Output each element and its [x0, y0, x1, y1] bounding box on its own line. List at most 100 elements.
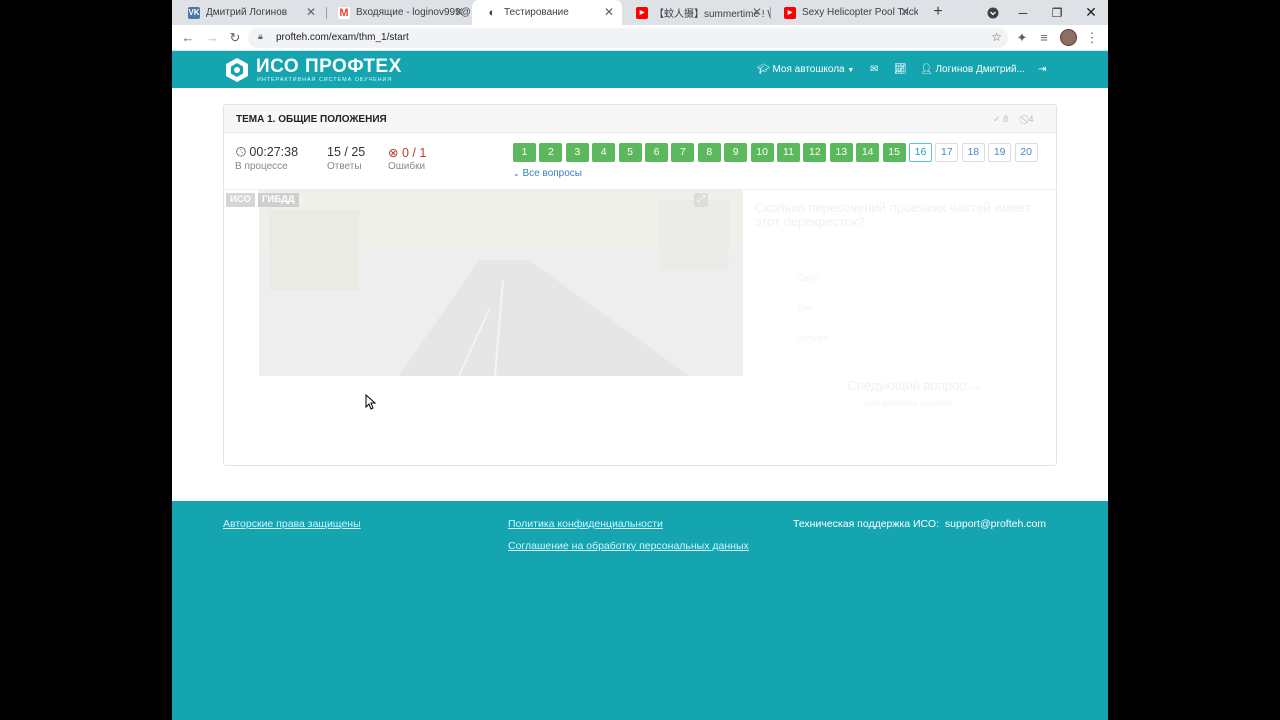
close-icon[interactable]: ✕ — [602, 5, 616, 19]
user-icon: 👤︎ — [920, 64, 933, 75]
expand-icon[interactable]: ⤢ — [694, 193, 708, 207]
next-question-button[interactable]: Следующий вопрос → — [847, 378, 982, 393]
media-icon[interactable]: ≡ — [1034, 28, 1054, 48]
answers-label: Ответы — [327, 161, 362, 172]
address-bar[interactable]: 🔒︎ profteh.com/exam/thm_1/start ☆ — [248, 28, 1008, 48]
tab-youtube-1[interactable]: ▶ 【蚊人摄】summertime ! W ✕ — [622, 0, 770, 25]
question-text: Сколько пересечений проезжих частей имее… — [755, 200, 1031, 229]
answer-option[interactable]: Четыре — [797, 333, 828, 343]
errors-count: ⊗ 0 / 1 — [388, 146, 427, 160]
error-x-icon: ⊗ — [388, 146, 399, 160]
forward-icon[interactable]: → — [202, 28, 222, 48]
question-image[interactable] — [259, 190, 743, 376]
close-icon[interactable]: ✕ — [750, 5, 764, 19]
logout-icon[interactable]: ⇥ — [1038, 64, 1046, 75]
status-label: В процессе — [235, 161, 288, 172]
user-name: Логинов Дмитрий... — [935, 64, 1025, 75]
chevron-down-icon: ⌄ — [513, 169, 520, 178]
support-email[interactable]: support@profteh.com — [945, 518, 1046, 530]
question-button-12[interactable]: 12 — [803, 143, 827, 162]
site-footer: Авторские права защищены Политика конфид… — [172, 501, 1108, 720]
logo-title[interactable]: ИСО ПРОФТЕХ — [256, 56, 402, 78]
errors-label: Ошибки — [388, 161, 426, 172]
gmail-icon: M — [338, 6, 350, 19]
question-button-11[interactable]: 11 — [777, 143, 800, 162]
minimize-icon[interactable]: ─ — [1008, 0, 1038, 25]
question-button-13[interactable]: 13 — [829, 143, 853, 162]
site-header: ИСО ПРОФТЕХ ИНТЕРАКТИВНАЯ СИСТЕМА ОБУЧЕН… — [172, 51, 1108, 88]
vk-icon: VK — [188, 6, 200, 19]
question-button-8[interactable]: 8 — [697, 143, 721, 162]
card-header: ТЕМА 1. ОБЩИЕ ПОЛОЖЕНИЯ ✓ 8 ⃠ 4 — [224, 105, 1056, 133]
caret-down-icon: ▼ — [847, 67, 855, 74]
gibdd-badge: ГИБДД — [258, 193, 299, 207]
copyright-link[interactable]: Авторские права защищены — [223, 518, 361, 530]
question-button-3[interactable]: 3 — [565, 143, 589, 162]
question-button-6[interactable]: 6 — [645, 143, 668, 162]
question-button-14[interactable]: 14 — [856, 143, 880, 162]
privacy-link[interactable]: Политика конфиденциальности — [508, 518, 663, 530]
question-button-16[interactable]: 16 — [909, 143, 932, 162]
extensions-icon[interactable]: ✦ — [1012, 28, 1032, 48]
answer-option[interactable]: Два — [797, 303, 813, 313]
support-info: Техническая поддержка ИСО: support@proft… — [793, 518, 1046, 530]
mail-icon[interactable]: ✉ — [870, 64, 878, 75]
answers-count: 15 / 25 — [327, 145, 366, 159]
question-button-7[interactable]: 7 — [671, 143, 695, 162]
support-label: Техническая поддержка ИСО: — [793, 518, 939, 530]
mouse-cursor — [365, 394, 377, 410]
url-text: profteh.com/exam/thm_1/start — [276, 32, 409, 43]
new-tab-button[interactable]: + — [928, 2, 948, 22]
close-icon[interactable]: ✕ — [452, 5, 466, 19]
lock-icon: 🔒︎ — [258, 31, 263, 41]
graduation-cap-icon: 🎓︎ — [757, 64, 770, 75]
answer-option[interactable]: Одно — [797, 273, 819, 283]
logo-subtitle: ИНТЕРАКТИВНАЯ СИСТЕМА ОБУЧЕНИЯ — [257, 77, 393, 83]
nav-user[interactable]: 👤︎ Логинов Дмитрий... — [920, 64, 1025, 75]
tab-vk[interactable]: VK Дмитрий Логинов ✕ — [174, 0, 324, 25]
nav-my-school[interactable]: 🎓︎ Моя автошкола ▼ — [757, 64, 854, 75]
back-icon[interactable]: ← — [178, 28, 198, 48]
close-icon[interactable]: ✕ — [898, 5, 912, 19]
clock-icon: 🕓︎ — [236, 145, 246, 159]
question-button-5[interactable]: 5 — [618, 143, 642, 162]
iso-badge: ИСО — [226, 193, 255, 207]
question-button-15[interactable]: 15 — [882, 143, 906, 162]
bookmark-star-icon[interactable]: ☆ — [991, 30, 1002, 44]
tab-strip: VK Дмитрий Логинов ✕ M Входящие - logino… — [172, 0, 1108, 25]
skipped-stat: ⃠ 4 — [1028, 114, 1034, 124]
all-questions-toggle[interactable]: ⌄ Все вопросы — [513, 168, 582, 179]
stats-icon[interactable]: 📈︎ — [894, 64, 907, 75]
youtube-icon: ▶ — [636, 6, 648, 19]
tab-testing[interactable]: ◐ Тестирование ✕ — [472, 0, 622, 25]
question-button-2[interactable]: 2 — [539, 143, 563, 162]
site-icon: ◐ — [486, 6, 498, 19]
tab-search-icon[interactable] — [978, 0, 1008, 25]
tab-gmail[interactable]: M Входящие - loginov999@ ✕ — [324, 0, 472, 25]
tab-youtube-2[interactable]: ▶ Sexy Helicopter Pool Trick ✕ — [770, 0, 918, 25]
nav-my-school-label: Моя автошкола — [772, 64, 845, 75]
question-button-9[interactable]: 9 — [724, 143, 748, 162]
browser-window: VK Дмитрий Логинов ✕ M Входящие - logino… — [172, 0, 1108, 720]
question-button-4[interactable]: 4 — [592, 143, 616, 162]
profile-avatar[interactable] — [1060, 29, 1077, 46]
question-button-10[interactable]: 10 — [750, 143, 774, 162]
question-button-18[interactable]: 18 — [961, 143, 985, 162]
next-hint: или нажмите пробел — [864, 398, 951, 408]
question-button-17[interactable]: 17 — [935, 143, 959, 162]
close-window-icon[interactable]: ✕ — [1076, 0, 1106, 25]
timer: 🕓︎ 00:27:38 — [236, 145, 299, 159]
reload-icon[interactable]: ↻ — [225, 28, 245, 48]
menu-icon[interactable]: ⋮ — [1082, 28, 1102, 48]
logo-icon[interactable] — [224, 57, 250, 83]
question-button-20[interactable]: 20 — [1014, 143, 1038, 162]
restore-icon[interactable]: ❐ — [1042, 0, 1072, 25]
question-button-19[interactable]: 19 — [988, 143, 1012, 162]
check-icon: ✓ — [993, 114, 1001, 124]
consent-link[interactable]: Соглашение на обработку персональных дан… — [508, 540, 749, 552]
topic-title: ТЕМА 1. ОБЩИЕ ПОЛОЖЕНИЯ — [236, 114, 387, 125]
question-button-1[interactable]: 1 — [513, 143, 536, 162]
close-icon[interactable]: ✕ — [304, 5, 318, 19]
correct-stat: ✓ 8 — [993, 114, 1009, 124]
youtube-icon: ▶ — [784, 6, 796, 19]
